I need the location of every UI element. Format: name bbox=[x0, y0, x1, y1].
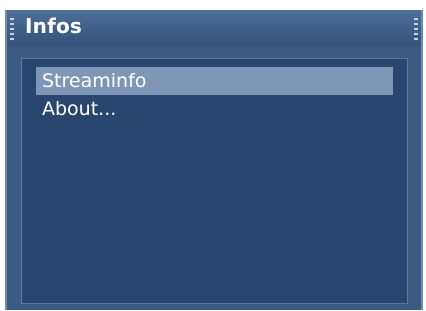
title-bar: Infos bbox=[7, 10, 421, 46]
grip-right-icon bbox=[414, 18, 418, 40]
window-title: Infos bbox=[25, 14, 83, 38]
menu-list: Streaminfo About... bbox=[22, 67, 407, 123]
infos-window: Infos Streaminfo About... bbox=[5, 10, 423, 310]
menu-item-streaminfo[interactable]: Streaminfo bbox=[36, 67, 393, 95]
grip-left-icon bbox=[10, 18, 14, 40]
menu-panel: Streaminfo About... bbox=[21, 58, 408, 304]
menu-item-about[interactable]: About... bbox=[36, 95, 393, 123]
